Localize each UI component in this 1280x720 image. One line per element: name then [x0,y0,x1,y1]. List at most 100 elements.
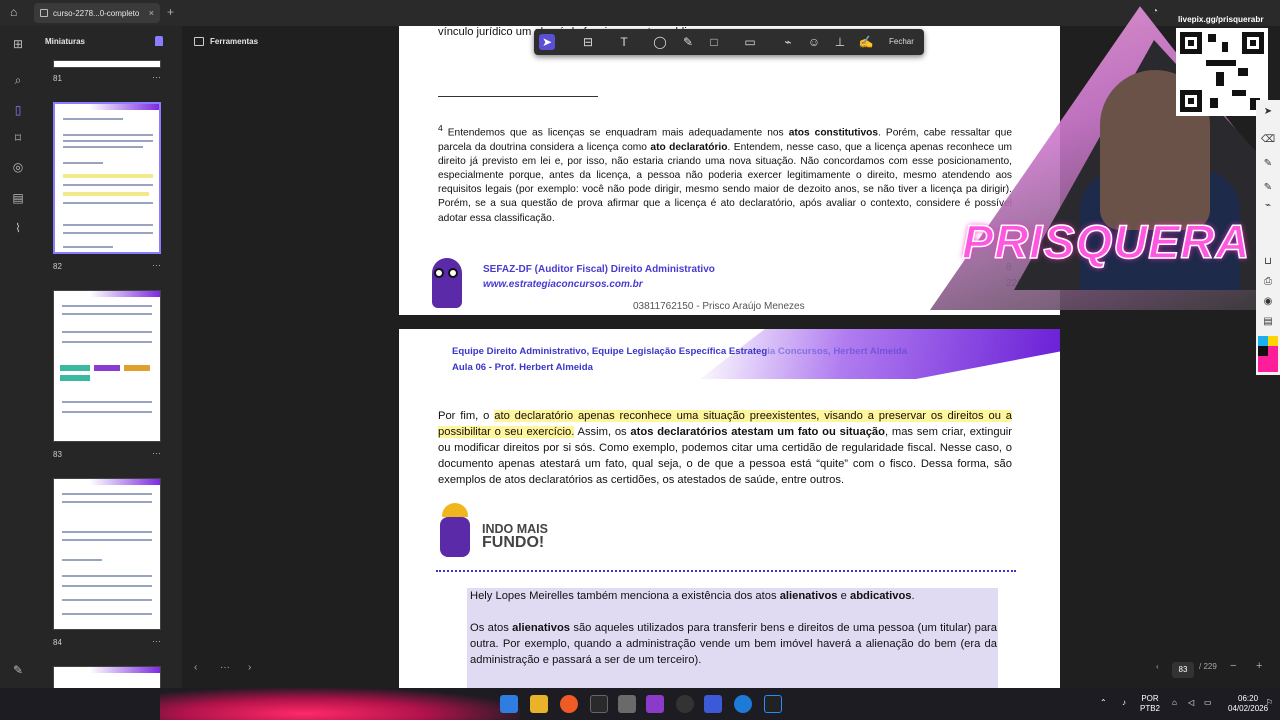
color-swatch-cyan[interactable] [1258,336,1268,346]
pdf-reader-window: ⌂ curso-2278...0-completo × + ◔ ⊞ ⌕ ▯ ⌑ … [0,0,1280,688]
highlighter-icon[interactable]: ⌁ [780,34,796,50]
color-swatch-yellow[interactable] [1268,336,1278,346]
page-thumbnail[interactable] [53,102,161,254]
page-thumbnail[interactable] [53,478,161,630]
app-icon[interactable] [704,695,722,713]
pdf-page: Equipe Direito Administrativo, Equipe Le… [399,329,1060,688]
stamp-icon[interactable]: ⊥ [832,34,848,50]
thumbnail-page-number: 82 [53,262,62,271]
thumbnails-icon[interactable]: ▯ [10,102,26,118]
more-icon[interactable]: ··· [152,448,161,458]
apps-grid-icon[interactable]: ⊞ [10,36,26,52]
info-box: Hely Lopes Meirelles também menciona a e… [467,588,998,688]
app-icon[interactable] [764,695,782,713]
annotation-toolbar: ➤ ⊟ T ◯ ✎ □ ▭ ⌁ ☺ ⊥ ✍ Fechar [534,29,924,55]
streamer-brand: PRISQUERA [961,214,1251,269]
comment-icon[interactable]: ◯ [652,34,668,50]
qr-label: livepix.gg/prisquerabr [1178,15,1264,24]
thumbnails-panel: Miniaturas 81 ··· 82 ··· 83 ··· 84 ··· [36,26,182,688]
color-swatch-pink[interactable] [1268,346,1278,356]
page-thumbnail[interactable] [53,666,161,688]
print-icon[interactable]: ⎙ [1261,276,1275,290]
sign-icon[interactable]: ✎ [10,662,26,678]
page-paragraph: Por fim, o ato declaratório apenas recon… [438,410,1013,486]
terminal-icon[interactable] [590,695,608,713]
pin-icon[interactable] [155,36,163,46]
page-number-input[interactable]: 83 [1172,662,1194,678]
page-thumbnail[interactable] [53,60,161,68]
windows-taskbar: ⌃ ♪ POR PTB2 ⌂ ◁ ▭ 06:20 04/02/2026 ⚐ [0,688,1280,720]
box-paragraph: Hely Lopes Meirelles também menciona a e… [470,590,915,602]
measure-icon[interactable]: ▭ [742,34,758,50]
app-icon[interactable] [734,695,752,713]
more-icon[interactable]: ··· [152,636,161,646]
more-icon[interactable]: ··· [152,260,161,270]
cart-icon[interactable]: ⊔ [1261,256,1275,270]
chevron-left-icon[interactable]: ‹ [194,662,197,673]
text-box-icon[interactable]: ⊟ [580,34,596,50]
pen-icon[interactable]: ✎ [1261,158,1275,172]
start-icon[interactable] [500,695,518,713]
notification-icon[interactable]: ⚐ [1266,698,1273,708]
layers-icon[interactable]: ▤ [10,190,26,206]
camera-icon[interactable]: ◉ [1261,296,1275,310]
attachment-icon[interactable]: ⌇ [10,220,26,236]
document-tab[interactable]: curso-2278...0-completo × [34,3,160,23]
box-paragraph: Os atos alienativos são aqueles utilizad… [470,622,997,666]
zoom-in-icon[interactable]: + [1256,660,1262,672]
text-icon[interactable]: T [616,34,632,50]
tray-chevron-icon[interactable]: ⌃ [1100,698,1107,708]
footer-watermark: 03811762150 - Prisco Araújo Menezes [633,301,805,312]
signature-icon[interactable]: ✍ [858,34,874,50]
color-swatch-black[interactable] [1258,346,1268,356]
home-icon[interactable]: ⌂ [10,5,24,19]
pdf-reader-icon[interactable] [646,695,664,713]
mascot-icon [438,503,478,563]
app-icon[interactable] [618,695,636,713]
more-icon[interactable]: ··· [152,72,161,82]
zoom-out-icon[interactable]: − [1230,660,1236,672]
chevron-right-icon[interactable]: › [248,662,251,673]
section-label-strong: FUNDO! [482,534,545,551]
volume-icon[interactable]: ◁ [1188,698,1194,708]
clock[interactable]: 06:20 04/02/2026 [1228,694,1268,714]
tools-label: Ferramentas [210,37,259,46]
sticker-icon[interactable]: ☺ [806,34,822,50]
comments-icon[interactable]: ◎ [10,159,26,175]
battery-icon[interactable]: ▭ [1204,698,1212,708]
brave-browser-icon[interactable] [560,695,578,713]
bookmark-icon[interactable]: ⌑ [10,130,26,146]
highlighter-icon[interactable]: ⌁ [1261,200,1275,214]
microphone-icon[interactable]: ♪ [1122,698,1126,708]
shape-icon[interactable]: □ [706,34,722,50]
pen-icon[interactable]: ✎ [680,34,696,50]
more-icon[interactable]: ··· [220,662,230,673]
new-tab-icon[interactable]: + [167,5,174,19]
network-icon[interactable]: ⌂ [1172,698,1177,708]
previous-page-icon[interactable]: ‹ [1156,662,1159,671]
pen-icon[interactable]: ✎ [1261,182,1275,196]
keyboard-language[interactable]: POR PTB2 [1140,694,1160,714]
page-total-label: / 229 [1199,662,1217,671]
page-subheader: Aula 06 - Prof. Herbert Almeida [452,362,593,373]
page-thumbnail[interactable] [53,290,161,442]
obs-icon[interactable] [676,695,694,713]
right-toolbar: ➤ ⌫ ✎ ✎ ⌁ ⊔ ⎙ ◉ ▤ [1256,100,1280,375]
close-tab-icon[interactable]: × [149,8,154,18]
tools-pane-header[interactable]: Ferramentas [182,26,398,58]
footnote-text: 4 Entendemos que as licenças se enquadra… [438,123,1013,224]
thumbnails-header: Miniaturas [45,37,86,46]
qr-code [1176,28,1268,116]
search-icon[interactable]: ⌕ [10,72,26,88]
eraser-icon[interactable]: ⌫ [1261,134,1275,148]
footer-title: SEFAZ-DF (Auditor Fiscal) Direito Admini… [483,264,715,275]
tab-title: curso-2278...0-completo [53,8,140,18]
thumbnail-page-number: 84 [53,638,62,647]
cursor-icon[interactable]: ➤ [1261,106,1275,120]
select-cursor-icon[interactable]: ➤ [539,34,555,50]
file-explorer-icon[interactable] [530,695,548,713]
footer-url[interactable]: www.estrategiaconcursos.com.br [483,279,643,290]
clipboard-icon[interactable]: ▤ [1261,316,1275,330]
close-toolbar-button[interactable]: Fechar [889,37,914,46]
color-swatch-magenta[interactable] [1258,356,1278,372]
